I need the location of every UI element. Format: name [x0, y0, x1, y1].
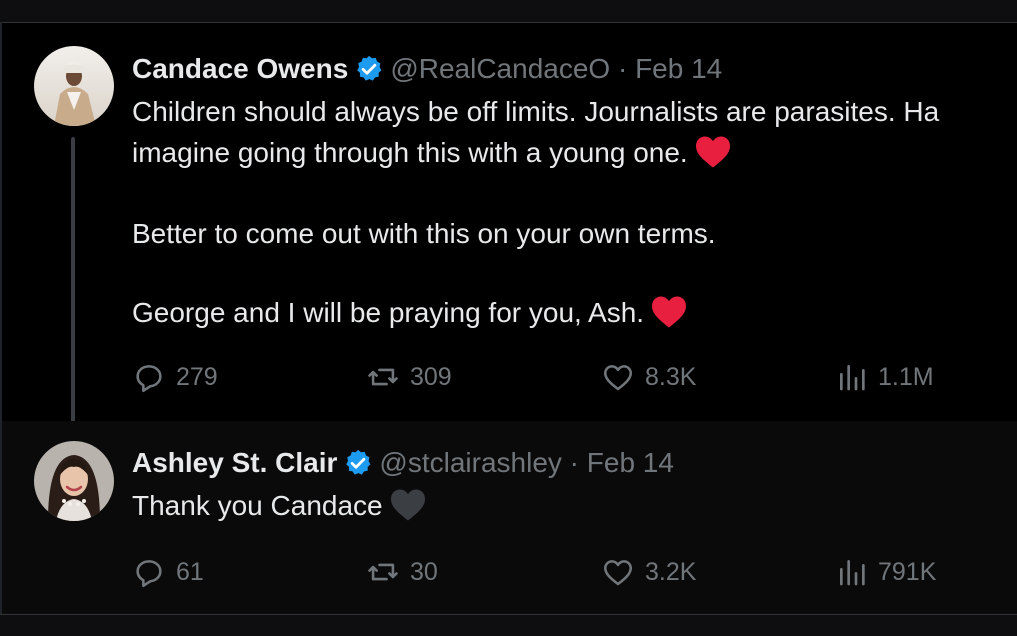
tweet1-header: Candace Owens @RealCandaceO · Feb 14	[132, 52, 722, 86]
repost-icon	[368, 563, 398, 581]
tweet1-text-line-3: Better to come out with this on your own…	[132, 218, 716, 249]
tweet2-repost-count: 30	[410, 557, 438, 586]
tweet1-like-count: 8.3K	[645, 362, 697, 391]
tweet2-date[interactable]: Feb 14	[587, 447, 674, 478]
tweet2-like-button[interactable]: 3.2K	[601, 552, 696, 592]
tweet1-repost-button[interactable]: 309	[366, 357, 452, 397]
like-icon	[603, 560, 633, 586]
repost-icon	[368, 368, 398, 386]
tweet1-repost-count: 309	[410, 362, 452, 391]
tweet1-text-line-2: imagine going through this with a young …	[132, 133, 732, 173]
tweet1-date[interactable]: Feb 14	[635, 53, 722, 84]
views-icon	[840, 365, 865, 391]
tweet2-text-line-1: Thank you Candace	[132, 486, 427, 526]
heart-emoji-icon	[650, 295, 688, 329]
tweet2-handle[interactable]: @stclairashley	[379, 447, 561, 478]
verified-badge-icon	[343, 448, 373, 478]
tweet2-reply-button[interactable]: 61	[132, 552, 204, 592]
heart-emoji-icon	[694, 135, 732, 169]
tweet1-reply-count: 279	[176, 362, 218, 391]
tweet2-like-count: 3.2K	[645, 557, 697, 586]
tweet1-text-line-4: George and I will be praying for you, As…	[132, 293, 688, 333]
tweet2-author-name[interactable]: Ashley St. Clair	[132, 447, 337, 478]
tweet2-repost-button[interactable]: 30	[366, 552, 438, 592]
heart-emoji-icon	[389, 488, 427, 522]
tweet1-reply-button[interactable]: 279	[132, 357, 218, 397]
tweet1-author-name[interactable]: Candace Owens	[132, 53, 348, 84]
thread-connector-line	[71, 137, 75, 433]
avatar-candace-owens[interactable]	[34, 46, 114, 126]
tweet1-handle[interactable]: @RealCandaceO	[390, 53, 610, 84]
tweet2-view-count: 791K	[878, 557, 937, 586]
views-icon	[840, 560, 865, 586]
like-icon	[603, 365, 633, 391]
reply-icon	[136, 560, 162, 588]
tweet2-separator: ·	[569, 447, 579, 478]
tweet1-view-count: 1.1M	[878, 362, 934, 391]
bottom-divider	[0, 614, 1017, 636]
tweet1-text-line-2-content: imagine going through this with a young …	[132, 137, 688, 168]
reply-icon	[136, 365, 162, 393]
tweet1-separator: ·	[617, 53, 628, 84]
verified-badge-icon	[354, 54, 384, 84]
tweet2-reply-count: 61	[176, 557, 204, 586]
tweet-thread-screenshot: Candace Owens @RealCandaceO · Feb 14 Chil…	[0, 0, 1017, 636]
tweet1-text-line-1: Children should always be off limits. Jo…	[132, 96, 940, 127]
tweet1-views-button[interactable]: 1.1M	[836, 357, 934, 397]
tweet2-text-line-1-content: Thank you Candace	[132, 490, 383, 521]
tweet1-text-line-4-content: George and I will be praying for you, As…	[132, 297, 645, 328]
tweet2-header: Ashley St. Clair @stclairashley · Feb 14	[132, 446, 674, 480]
tweet2-views-button[interactable]: 791K	[836, 552, 936, 592]
tweet1-like-button[interactable]: 8.3K	[601, 357, 696, 397]
top-divider	[0, 0, 1017, 23]
avatar-ashley-st-clair[interactable]	[34, 441, 114, 521]
